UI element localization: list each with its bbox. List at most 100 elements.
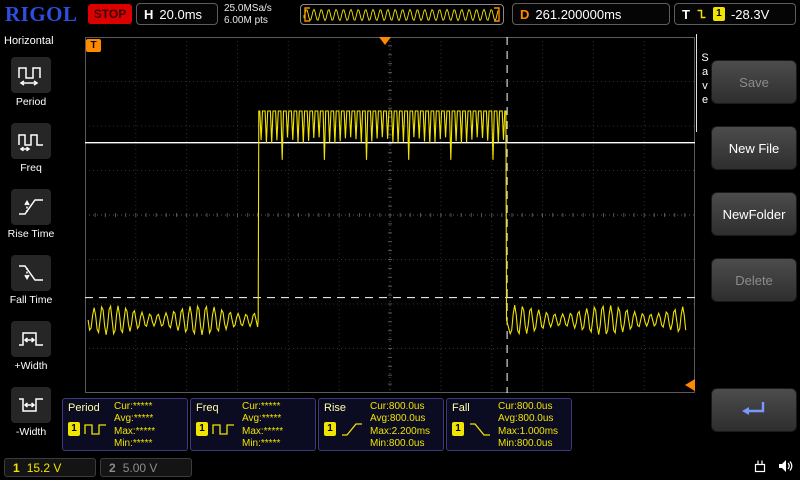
trigger-slope-icon	[696, 8, 707, 20]
return-arrow-icon	[740, 399, 768, 421]
delay-value: 261.200000ms	[535, 7, 621, 22]
trigger-pill[interactable]: T 1 -28.3V	[674, 3, 796, 25]
measure-avg: Avg:800.0us	[370, 413, 430, 425]
oscilloscope-screen: RIGOL STOP H 20.0ms 25.0MSa/s 6.00M pts …	[0, 0, 800, 480]
rise-time-icon	[11, 189, 51, 225]
trigger-level-value: -28.3V	[731, 7, 769, 22]
run-state-badge: STOP	[88, 4, 132, 24]
right-menu-tab: Save	[699, 52, 711, 108]
new-folder-button-label: NewFolder	[723, 207, 786, 222]
usb-icon	[752, 459, 768, 473]
measurement-period[interactable]: Period 1 Cur:***** Avg:***** Max:***** M…	[62, 398, 188, 451]
menu-item-label: -Width	[0, 426, 62, 438]
menu-item-rise-time[interactable]: Rise Time	[0, 189, 62, 240]
menu-divider	[696, 34, 697, 132]
rigol-logo: RIGOL	[5, 2, 78, 27]
period-icon	[11, 57, 51, 93]
measurement-bar: Period 1 Cur:***** Avg:***** Max:***** M…	[62, 398, 572, 451]
minus-width-icon	[11, 387, 51, 423]
measurement-freq[interactable]: Freq 1 Cur:***** Avg:***** Max:***** Min…	[190, 398, 316, 451]
menu-item-freq[interactable]: Freq	[0, 123, 62, 174]
measure-avg: Avg:*****	[114, 413, 155, 425]
channel-1-badge: 1	[13, 461, 20, 475]
h-label: H	[144, 7, 153, 22]
measurement-title: Freq	[196, 402, 219, 414]
memory-preview-waveform-icon	[301, 5, 503, 24]
menu-item-plus-width[interactable]: +Width	[0, 321, 62, 372]
horizontal-timebase-pill[interactable]: H 20.0ms	[136, 3, 218, 25]
acquisition-info: 25.0MSa/s 6.00M pts	[224, 3, 272, 27]
measure-min: Min:800.0us	[370, 438, 430, 450]
channel-2-scale: 5.00 V	[123, 461, 158, 475]
memory-depth: 6.00M pts	[224, 15, 272, 27]
measure-max: Max:2.200ms	[370, 426, 430, 438]
channel-2-status[interactable]: 2 5.00 V	[100, 458, 192, 477]
measurement-rise[interactable]: Rise 1 Cur:800.0us Avg:800.0us Max:2.200…	[318, 398, 444, 451]
fall-measure-icon	[468, 422, 492, 437]
status-bar: 1 15.2 V 2 5.00 V	[0, 455, 800, 480]
delay-pill[interactable]: D 261.200000ms	[512, 3, 670, 25]
measure-min: Min:*****	[114, 438, 155, 450]
channel-1-scale: 15.2 V	[27, 461, 62, 475]
measure-min: Min:*****	[242, 438, 283, 450]
measurement-source-badge: 1	[324, 422, 336, 436]
left-menu-title: Horizontal	[0, 30, 62, 47]
trigger-source-badge: 1	[713, 7, 725, 21]
save-button-label: Save	[739, 75, 769, 90]
top-bar: RIGOL STOP H 20.0ms 25.0MSa/s 6.00M pts …	[0, 0, 800, 30]
measure-max: Max:*****	[242, 426, 283, 438]
trigger-level-marker[interactable]	[685, 379, 695, 391]
new-folder-button[interactable]: NewFolder	[711, 192, 797, 236]
measurement-title: Fall	[452, 402, 470, 414]
timebase-value: 20.0ms	[159, 7, 202, 22]
delete-button[interactable]: Delete	[711, 258, 797, 302]
new-file-button-label: New File	[729, 141, 780, 156]
trigger-label: T	[682, 7, 690, 22]
measurement-source-badge: 1	[68, 422, 80, 436]
fall-time-icon	[11, 255, 51, 291]
scope-graticule	[85, 37, 695, 393]
back-button[interactable]	[711, 388, 797, 432]
speaker-icon	[778, 459, 794, 473]
measurement-title: Rise	[324, 402, 346, 414]
trigger-position-marker[interactable]	[379, 37, 391, 45]
measure-max: Max:*****	[114, 426, 155, 438]
menu-item-minus-width[interactable]: -Width	[0, 387, 62, 438]
memory-waveform-preview[interactable]	[300, 4, 504, 25]
measure-cur: Cur:*****	[114, 401, 155, 413]
left-menu: Horizontal Period Freq	[0, 30, 62, 455]
measure-cur: Cur:800.0us	[498, 401, 558, 413]
menu-item-label: Freq	[0, 162, 62, 174]
delay-label: D	[520, 7, 529, 22]
measure-avg: Avg:800.0us	[498, 413, 558, 425]
menu-item-label: Period	[0, 96, 62, 108]
freq-measure-icon	[212, 422, 236, 437]
menu-item-label: Fall Time	[0, 294, 62, 306]
measure-max: Max:1.000ms	[498, 426, 558, 438]
measure-cur: Cur:*****	[242, 401, 283, 413]
measurement-source-badge: 1	[452, 422, 464, 436]
waveform-display[interactable]: T	[85, 37, 695, 393]
delete-button-label: Delete	[735, 273, 773, 288]
measure-cur: Cur:800.0us	[370, 401, 430, 413]
plus-width-icon	[11, 321, 51, 357]
trigger-t-tag: T	[86, 39, 101, 52]
new-file-button[interactable]: New File	[711, 126, 797, 170]
sample-rate: 25.0MSa/s	[224, 3, 272, 15]
menu-item-label: +Width	[0, 360, 62, 372]
freq-icon	[11, 123, 51, 159]
rise-measure-icon	[340, 422, 364, 437]
channel-2-badge: 2	[109, 461, 116, 475]
channel-1-status[interactable]: 1 15.2 V	[4, 458, 96, 477]
period-measure-icon	[84, 422, 108, 437]
measurement-title: Period	[68, 402, 100, 414]
save-button[interactable]: Save	[711, 60, 797, 104]
measurement-source-badge: 1	[196, 422, 208, 436]
menu-item-label: Rise Time	[0, 228, 62, 240]
right-menu: Save Save New File NewFolder Delete	[695, 30, 800, 455]
menu-item-fall-time[interactable]: Fall Time	[0, 255, 62, 306]
measurement-fall[interactable]: Fall 1 Cur:800.0us Avg:800.0us Max:1.000…	[446, 398, 572, 451]
measure-min: Min:800.0us	[498, 438, 558, 450]
menu-item-period[interactable]: Period	[0, 57, 62, 108]
measure-avg: Avg:*****	[242, 413, 283, 425]
